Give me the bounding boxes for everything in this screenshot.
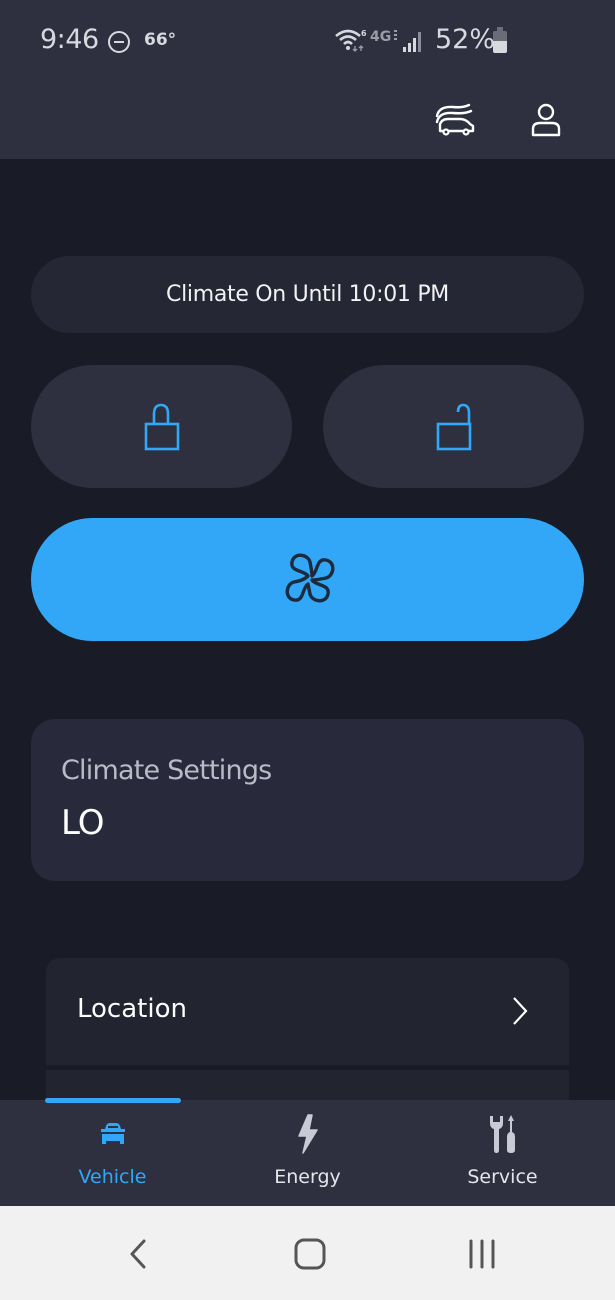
chevron-right-icon xyxy=(511,996,529,1030)
signal-bars-icon xyxy=(402,29,424,57)
svg-text:6: 6 xyxy=(361,29,367,38)
climate-settings-label: Climate Settings xyxy=(61,755,272,786)
tab-service[interactable]: Service xyxy=(400,1100,605,1206)
do-not-disturb-icon xyxy=(108,31,130,53)
back-button[interactable] xyxy=(108,1228,168,1280)
wifi6-icon: 6 xyxy=(334,27,368,57)
battery-icon xyxy=(493,27,507,53)
back-icon xyxy=(130,1239,146,1269)
climate-settings-card[interactable]: Climate Settings LO xyxy=(31,719,584,881)
clock: 9:46 xyxy=(40,24,99,55)
recents-button[interactable] xyxy=(452,1228,512,1280)
account-icon xyxy=(531,103,561,137)
battery-percent: 52% xyxy=(435,24,496,55)
unlock-icon xyxy=(436,403,471,450)
garage-vehicles-icon xyxy=(435,103,475,136)
bottom-navigation: Vehicle Energy Service xyxy=(0,1098,615,1206)
list-item[interactable] xyxy=(46,1070,569,1100)
tab-label: Energy xyxy=(274,1166,341,1188)
unlock-button[interactable] xyxy=(323,365,584,488)
climate-status-banner: Climate On Until 10:01 PM xyxy=(31,256,584,333)
remote-climate-button[interactable] xyxy=(31,518,584,641)
svg-text:4G: 4G xyxy=(370,29,391,44)
network-type-icon: 4G xyxy=(370,28,400,48)
tab-label: Service xyxy=(467,1166,538,1188)
system-navigation-bar xyxy=(0,1206,615,1300)
app-header xyxy=(0,80,615,159)
home-button[interactable] xyxy=(280,1228,340,1280)
lightning-icon xyxy=(288,1112,328,1156)
recents-icon xyxy=(469,1239,495,1269)
garage-button[interactable] xyxy=(429,94,481,146)
climate-settings-value: LO xyxy=(61,803,104,843)
wrench-screwdriver-icon xyxy=(483,1112,523,1156)
list-item-location[interactable]: Location xyxy=(46,958,569,1065)
list-item-label: Location xyxy=(77,994,187,1024)
weather-temperature: 66° xyxy=(144,30,177,50)
tab-label: Vehicle xyxy=(78,1166,147,1188)
home-icon xyxy=(294,1238,326,1270)
fan-icon xyxy=(285,553,334,602)
vehicle-icon xyxy=(93,1112,133,1156)
account-button[interactable] xyxy=(520,94,572,146)
main-content: Climate On Until 10:01 PM Climate Settin… xyxy=(0,159,615,1100)
tab-vehicle[interactable]: Vehicle xyxy=(10,1100,215,1206)
lock-button[interactable] xyxy=(31,365,292,488)
climate-status-text: Climate On Until 10:01 PM xyxy=(166,282,449,307)
status-bar: 9:46 66° 6 4G 52% xyxy=(0,0,615,80)
lock-icon xyxy=(144,403,179,450)
tab-energy[interactable]: Energy xyxy=(205,1100,410,1206)
